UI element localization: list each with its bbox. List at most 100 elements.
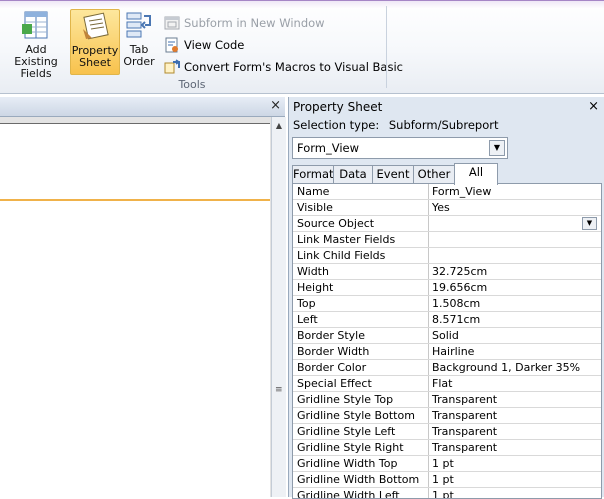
property-row[interactable]: Gridline Width Left 1 pt <box>293 488 601 498</box>
property-sheet-label-2: Sheet <box>79 56 111 69</box>
tab-all[interactable]: All <box>454 163 498 185</box>
view-code-icon <box>164 37 180 53</box>
property-row[interactable]: Gridline Style Top Transparent <box>293 392 601 408</box>
property-row[interactable]: Gridline Style Right Transparent <box>293 440 601 456</box>
property-name: Top <box>293 296 429 311</box>
selection-type-label: Selection type: <box>293 118 380 132</box>
selection-type-value: Subform/Subreport <box>388 118 499 132</box>
property-row[interactable]: Link Child Fields <box>293 248 601 264</box>
property-value[interactable]: Transparent <box>429 408 601 423</box>
add-existing-fields-button[interactable]: Add Existing Fields <box>2 10 70 80</box>
property-row[interactable]: Gridline Style Bottom Transparent <box>293 408 601 424</box>
property-value[interactable]: Form_View <box>429 184 601 199</box>
subform-in-new-window-label: Subform in New Window <box>184 16 325 30</box>
property-row[interactable]: Width 32.725cm <box>293 264 601 280</box>
property-value[interactable]: Solid <box>429 328 601 343</box>
tab-format[interactable]: Format <box>292 165 334 185</box>
property-value[interactable]: Transparent <box>429 392 601 407</box>
property-sheet-close-icon[interactable]: × <box>588 99 599 114</box>
property-name: Special Effect <box>293 376 429 391</box>
object-selector-value: Form_View <box>297 141 360 155</box>
property-name: Border Width <box>293 344 429 359</box>
property-row[interactable]: Height 19.656cm <box>293 280 601 296</box>
convert-macros-label: Convert Form's Macros to Visual Basic <box>184 60 403 74</box>
property-row[interactable]: Border Color Background 1, Darker 35% <box>293 360 601 376</box>
property-value[interactable]: ▼ <box>429 216 601 231</box>
property-name: Gridline Style Left <box>293 424 429 439</box>
property-value[interactable]: 8.571cm <box>429 312 601 327</box>
property-value[interactable]: 1.508cm <box>429 296 601 311</box>
property-value[interactable]: 32.725cm <box>429 264 601 279</box>
ribbon-group-separator <box>386 6 387 88</box>
view-code-label: View Code <box>184 38 245 52</box>
tools-small-commands: Subform in New Window View Code Convert … <box>164 12 403 78</box>
property-value[interactable]: 19.656cm <box>429 280 601 295</box>
property-row[interactable]: Visible Yes <box>293 200 601 216</box>
splitter-grip-icon[interactable]: ≡ <box>275 386 283 397</box>
property-name: Gridline Width Left <box>293 488 429 498</box>
form-design-surface[interactable] <box>0 123 270 498</box>
property-row[interactable]: Gridline Style Left Transparent <box>293 424 601 440</box>
source-object-chevron-down-icon[interactable]: ▼ <box>582 217 597 230</box>
property-row[interactable]: Gridline Width Bottom 1 pt <box>293 472 601 488</box>
convert-macros-button[interactable]: Convert Form's Macros to Visual Basic <box>164 56 403 78</box>
add-existing-fields-label-2: Fields <box>20 67 52 80</box>
property-value[interactable] <box>429 248 601 263</box>
tools-group-label: Tools <box>178 78 206 91</box>
property-name: Border Style <box>293 328 429 343</box>
property-value[interactable]: Transparent <box>429 440 601 455</box>
property-row[interactable]: Name Form_View <box>293 184 601 200</box>
tab-order-icon <box>124 10 154 40</box>
tab-event[interactable]: Event <box>372 165 414 185</box>
property-name: Gridline Width Top <box>293 456 429 471</box>
property-row[interactable]: Top 1.508cm <box>293 296 601 312</box>
add-existing-fields-label-1: Add Existing <box>14 43 58 68</box>
property-sheet-button[interactable]: Property Sheet <box>70 9 120 75</box>
ribbon-accent-strip <box>0 0 604 9</box>
property-name: Name <box>293 184 429 199</box>
property-value[interactable]: 1 pt <box>429 456 601 471</box>
property-name: Visible <box>293 200 429 215</box>
property-value[interactable]: 1 pt <box>429 488 601 498</box>
property-row[interactable]: Source Object ▼ <box>293 216 601 232</box>
vertical-scrollbar[interactable]: ▲ ≡ <box>271 117 286 497</box>
property-sheet-title: Property Sheet <box>293 100 383 114</box>
subform-in-new-window-button[interactable]: Subform in New Window <box>164 12 403 34</box>
view-code-button[interactable]: View Code <box>164 34 403 56</box>
selection-type: Selection type: Subform/Subreport <box>293 118 498 132</box>
property-value[interactable]: Hairline <box>429 344 601 359</box>
tab-order-label-2: Order <box>123 55 155 68</box>
property-row[interactable]: Special Effect Flat <box>293 376 601 392</box>
property-row[interactable]: Gridline Width Top 1 pt <box>293 456 601 472</box>
property-value[interactable]: 1 pt <box>429 472 601 487</box>
property-value[interactable]: Yes <box>429 200 601 215</box>
property-row[interactable]: Border Style Solid <box>293 328 601 344</box>
property-sheet-pane: Property Sheet × Selection type: Subform… <box>288 97 604 499</box>
document-close-icon[interactable]: × <box>270 98 281 113</box>
object-selector-combo[interactable]: Form_View ▼ <box>292 137 508 159</box>
property-name: Gridline Style Right <box>293 440 429 455</box>
property-name: Left <box>293 312 429 327</box>
property-value[interactable]: Transparent <box>429 424 601 439</box>
convert-macros-icon <box>164 59 181 75</box>
chevron-down-icon[interactable]: ▼ <box>489 140 505 156</box>
scroll-up-arrow-icon[interactable]: ▲ <box>272 121 286 130</box>
property-row[interactable]: Link Master Fields <box>293 232 601 248</box>
document-tab-strip: × <box>0 97 285 117</box>
property-grid: Name Form_View Visible Yes Source Object ▼ Lin… <box>292 183 602 499</box>
tab-other[interactable]: Other <box>413 165 455 185</box>
property-name: Border Color <box>293 360 429 375</box>
property-value[interactable] <box>429 232 601 247</box>
property-name: Source Object <box>293 216 429 231</box>
form-design-area[interactable] <box>0 117 271 498</box>
property-value[interactable]: Background 1, Darker 35% <box>429 360 601 375</box>
property-value[interactable]: Flat <box>429 376 601 391</box>
property-name: Gridline Style Bottom <box>293 408 429 423</box>
tab-data[interactable]: Data <box>333 165 373 185</box>
section-divider <box>0 199 270 201</box>
property-row[interactable]: Left 8.571cm <box>293 312 601 328</box>
tab-order-button[interactable]: Tab Order <box>120 10 158 68</box>
property-name: Height <box>293 280 429 295</box>
property-row[interactable]: Border Width Hairline <box>293 344 601 360</box>
property-name: Link Master Fields <box>293 232 429 247</box>
